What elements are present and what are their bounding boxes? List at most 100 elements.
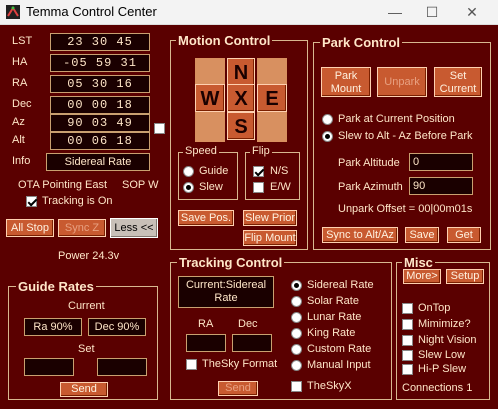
east-button[interactable]: E (257, 84, 287, 112)
app-telescope-icon (6, 5, 20, 19)
stop-x-button[interactable]: X (227, 84, 255, 112)
flip-mount-button[interactable]: Flip Mount (243, 230, 297, 246)
tracking-dec-input[interactable] (232, 334, 272, 352)
minimize-button[interactable]: — (375, 0, 415, 24)
tracking-ra-input[interactable] (186, 334, 226, 352)
south-button[interactable]: S (227, 112, 255, 140)
thesky-format-label: TheSky Format (202, 358, 278, 370)
slew-prior-button[interactable]: Slew Prior (243, 210, 297, 226)
sop-label: SOP W (122, 179, 159, 191)
dec-label: Dec (12, 98, 32, 110)
guide-send-button[interactable]: Send (60, 382, 108, 397)
guide-label: Guide (199, 165, 229, 177)
guide-set-label: Set (78, 343, 95, 355)
flip-title: Flip (250, 145, 272, 157)
pad-corner (195, 112, 225, 142)
ns-label: N/S (270, 165, 289, 177)
pad-corner (257, 112, 287, 142)
az-label: Az (12, 116, 25, 128)
rate-manual-label: Manual Input (307, 359, 371, 371)
hip-slew-checkbox[interactable] (402, 364, 413, 375)
guide-dec-input[interactable] (97, 358, 147, 376)
ew-checkbox[interactable] (253, 182, 264, 193)
slew-altaz-radio[interactable] (322, 131, 333, 142)
alt-label: Alt (12, 134, 25, 146)
ra-value: 05 30 16 (50, 75, 150, 93)
slew-low-label: Slew Low (418, 349, 466, 361)
rate-manual-radio[interactable] (291, 360, 302, 371)
info-value: Sidereal Rate (46, 153, 150, 171)
minimize-checkbox[interactable] (402, 319, 413, 330)
az-checkbox[interactable] (154, 123, 165, 134)
rate-king-radio[interactable] (291, 328, 302, 339)
lst-label: LST (12, 35, 33, 47)
park-azimuth-label: Park Azimuth (338, 181, 403, 193)
ontop-label: OnTop (418, 302, 451, 314)
rate-sidereal-radio[interactable] (291, 280, 302, 291)
guide-rates-title: Guide Rates (16, 279, 96, 294)
night-vision-label: Night Vision (418, 334, 477, 346)
thesky-format-checkbox[interactable] (186, 359, 197, 370)
tracking-checkbox[interactable] (26, 196, 37, 207)
power-label: Power 24.3v (58, 250, 120, 262)
theskyx-checkbox[interactable] (291, 381, 302, 392)
slew-label: Slew (199, 181, 223, 193)
ha-label: HA (12, 56, 28, 68)
misc-title: Misc (402, 255, 435, 270)
tracking-send-button[interactable]: Send (218, 381, 258, 396)
alt-value: 00 06 18 (50, 132, 150, 150)
park-altitude-input[interactable]: 0 (409, 153, 473, 171)
all-stop-button[interactable]: All Stop (6, 219, 54, 237)
ns-checkbox[interactable] (253, 166, 264, 177)
info-label: Info (12, 155, 31, 167)
ew-label: E/W (270, 181, 291, 193)
slew-low-checkbox[interactable] (402, 350, 413, 361)
speed-title: Speed (183, 145, 219, 157)
north-button[interactable]: N (227, 58, 255, 86)
guide-ra-value: Ra 90% (24, 318, 82, 336)
lst-value: 23 30 45 (50, 33, 150, 51)
park-azimuth-input[interactable]: 90 (409, 177, 473, 195)
ha-value: -05 59 31 (50, 54, 150, 72)
unpark-button[interactable]: Unpark (377, 67, 427, 97)
tracking-dec-label: Dec (238, 318, 258, 330)
window-title: Temma Control Center (26, 4, 157, 19)
rate-sidereal-label: Sidereal Rate (307, 279, 374, 291)
theskyx-label: TheSkyX (307, 380, 352, 392)
setup-button[interactable]: Setup (446, 269, 484, 284)
set-current-button[interactable]: Set Current (434, 67, 482, 97)
ontop-checkbox[interactable] (402, 303, 413, 314)
tracking-ra-label: RA (198, 318, 214, 330)
guide-radio[interactable] (183, 166, 194, 177)
sync-altaz-button[interactable]: Sync to Alt/Az (322, 227, 398, 243)
rate-custom-label: Custom Rate (307, 343, 372, 355)
connections-label: Connections 1 (402, 382, 473, 394)
maximize-button[interactable]: ☐ (412, 0, 452, 24)
west-button[interactable]: W (195, 84, 225, 112)
close-button[interactable]: ✕ (452, 0, 492, 24)
tracking-label: Tracking is On (42, 195, 113, 207)
tracking-current-value: Current:Sidereal Rate (178, 276, 274, 308)
less-button[interactable]: Less << (110, 218, 158, 238)
sync-button[interactable]: Sync Z (58, 219, 106, 237)
slew-radio[interactable] (183, 182, 194, 193)
guide-ra-input[interactable] (24, 358, 74, 376)
unpark-offset-label: Unpark Offset = 00|00m01s (338, 203, 473, 215)
park-mount-button[interactable]: Park Mount (321, 67, 371, 97)
park-control-title: Park Control (320, 35, 403, 50)
slew-altaz-label: Slew to Alt - Az Before Park (338, 130, 473, 142)
park-save-button[interactable]: Save (405, 227, 439, 243)
night-vision-checkbox[interactable] (402, 335, 413, 346)
app-window: Temma Control Center — ☐ ✕ LST 23 30 45 … (0, 0, 498, 409)
park-get-button[interactable]: Get (447, 227, 481, 243)
rate-custom-radio[interactable] (291, 344, 302, 355)
more-button[interactable]: More> (403, 269, 441, 284)
park-current-label: Park at Current Position (338, 113, 455, 125)
dec-value: 00 00 18 (50, 96, 150, 114)
save-pos-button[interactable]: Save Pos. (178, 210, 234, 226)
rate-lunar-label: Lunar Rate (307, 311, 362, 323)
motion-control-title: Motion Control (176, 33, 273, 48)
park-current-radio[interactable] (322, 114, 333, 125)
rate-lunar-radio[interactable] (291, 312, 302, 323)
rate-solar-radio[interactable] (291, 296, 302, 307)
